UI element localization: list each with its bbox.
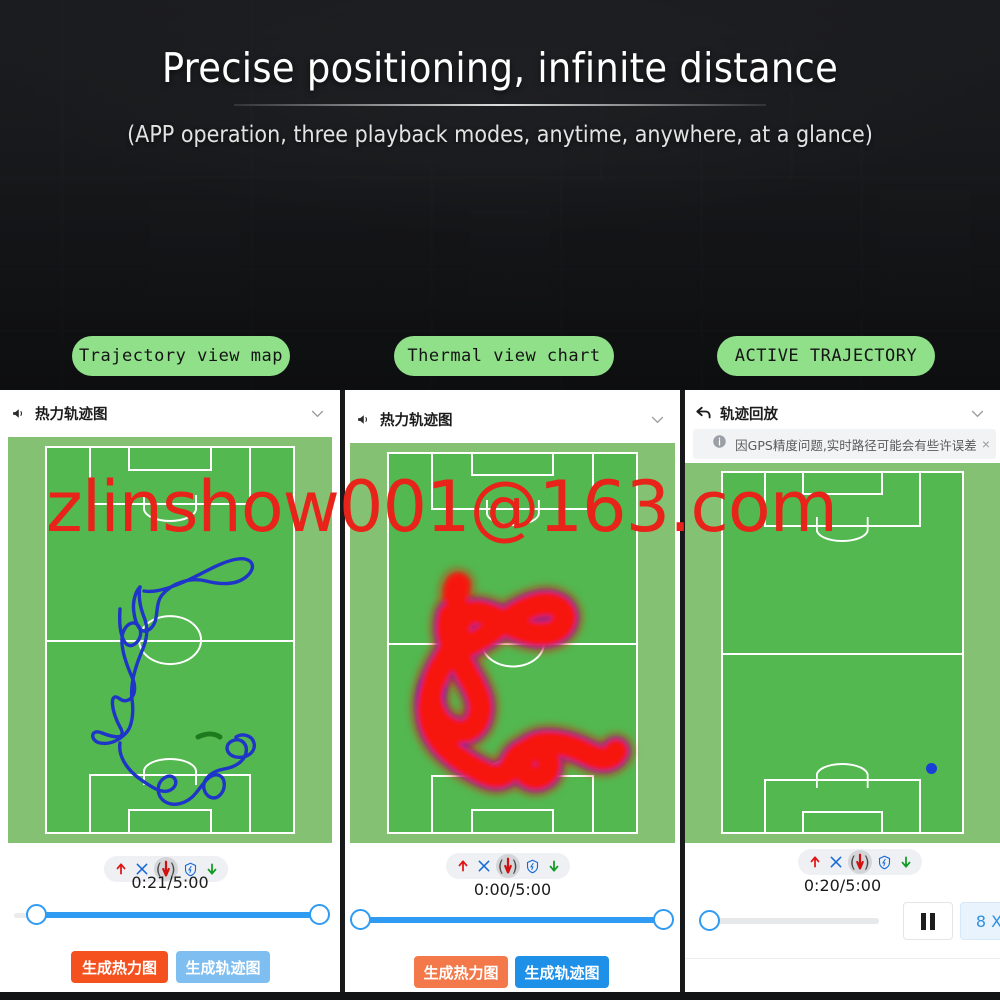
gps-notice-text: 因GPS精度问题,实时路径可能会有些许误差 [735, 437, 977, 453]
chevron-down-icon[interactable] [969, 405, 986, 427]
panel-header: 热力轨迹图 [0, 394, 340, 432]
section-divider [685, 958, 1000, 959]
generate-trajectory-button[interactable]: 生成轨迹图 [515, 956, 609, 988]
slider-thumb-right[interactable] [653, 909, 674, 930]
panel-header: 热力轨迹图 [345, 400, 680, 438]
range-slider[interactable] [14, 904, 330, 926]
crossed-swords-icon[interactable] [475, 859, 492, 873]
panels-row: 热力轨迹图 () 0:21/5:00 生成热力图 生成轨迹图 热力轨迹图 (… [0, 390, 1000, 1000]
gps-notice-bar: 因GPS精度问题,实时路径可能会有些许误差 × [693, 429, 996, 459]
shield-lightning-icon[interactable] [524, 859, 541, 874]
pitch-trajectory[interactable] [8, 437, 332, 843]
panel-divider-2 [680, 390, 683, 1000]
slider-thumb-left[interactable] [26, 904, 47, 925]
svg-text:(: ( [850, 854, 856, 872]
pitch-playback[interactable] [685, 463, 1000, 843]
svg-text:): ) [512, 858, 518, 876]
down-arrow-icon[interactable] [545, 859, 562, 873]
screenshot-root: Precise positioning, infinite distance (… [0, 0, 1000, 1000]
generate-trajectory-button[interactable]: 生成轨迹图 [176, 951, 270, 983]
hero-banner: Precise positioning, infinite distance (… [0, 0, 1000, 390]
pitch-thermal[interactable] [350, 443, 675, 843]
slider-fill [360, 917, 664, 923]
panel-playback: 轨迹回放 因GPS精度问题,实时路径可能会有些许误差 × () 0:20/5:… [685, 390, 1000, 1000]
time-label: 0:20/5:00 [803, 876, 882, 895]
down-arrow-icon[interactable] [897, 855, 914, 869]
slider-track[interactable] [699, 918, 879, 924]
playback-speed-button[interactable]: 8 X [960, 902, 1000, 940]
megaphone-icon [355, 410, 373, 428]
pause-icon [921, 912, 926, 930]
heatmap-path [414, 571, 631, 793]
player-marker-icon[interactable]: ( ) [848, 850, 872, 874]
tab-bar: Trajectory view map Thermal view chart A… [0, 336, 1000, 378]
svg-text:): ) [864, 854, 870, 872]
panel-trajectory: 热力轨迹图 () 0:21/5:00 生成热力图 生成轨迹图 [0, 390, 340, 1000]
panel-title: 轨迹回放 [720, 406, 778, 423]
svg-text:(: ( [498, 858, 504, 876]
player-position-dot [926, 763, 937, 774]
bottom-bar [0, 992, 1000, 1000]
up-arrow-icon[interactable] [806, 855, 823, 869]
slider-thumb-right[interactable] [309, 904, 330, 925]
trajectory-path [91, 557, 256, 806]
playback-slider[interactable] [699, 910, 879, 932]
page-subtitle: (APP operation, three playback modes, an… [127, 122, 873, 148]
player-marker-icon[interactable]: ( ) [496, 854, 520, 878]
generate-heatmap-button[interactable]: 生成热力图 [414, 956, 508, 988]
chevron-down-icon[interactable] [309, 405, 326, 427]
shield-lightning-icon[interactable] [876, 855, 893, 870]
title-divider [234, 104, 766, 106]
back-arrow-icon[interactable] [695, 404, 713, 422]
panel-thermal: 热力轨迹图 () 0:00/5:00 生成热力图 生成轨迹图 [345, 390, 680, 1000]
info-icon [712, 434, 727, 454]
tab-active-trajectory[interactable]: ACTIVE TRAJECTORY [717, 336, 935, 376]
panel-title: 热力轨迹图 [35, 406, 108, 423]
crossed-swords-icon[interactable] [827, 855, 844, 869]
chevron-down-icon[interactable] [649, 411, 666, 433]
time-label: 0:00/5:00 [473, 880, 552, 899]
slider-fill [36, 912, 320, 918]
panel-header: 轨迹回放 [685, 394, 1000, 432]
generate-heatmap-button[interactable]: 生成热力图 [71, 951, 168, 983]
megaphone-icon [10, 404, 28, 422]
slider-thumb-left[interactable] [350, 909, 371, 930]
pause-button[interactable] [903, 902, 953, 940]
panel-title: 热力轨迹图 [380, 412, 453, 429]
pause-icon [930, 912, 935, 930]
page-title: Precise positioning, infinite distance [161, 44, 839, 92]
tab-trajectory-view-map[interactable]: Trajectory view map [72, 336, 290, 376]
panel-divider-1 [340, 390, 343, 1000]
tab-thermal-view-chart[interactable]: Thermal view chart [394, 336, 614, 376]
up-arrow-icon[interactable] [454, 859, 471, 873]
range-slider[interactable] [350, 909, 674, 931]
close-icon[interactable]: × [982, 436, 990, 452]
slider-thumb[interactable] [699, 910, 720, 931]
pitch-icon-strip[interactable]: ( ) [798, 849, 922, 875]
time-label: 0:21/5:00 [131, 873, 209, 892]
pitch-icon-strip[interactable]: ( ) [446, 853, 570, 879]
